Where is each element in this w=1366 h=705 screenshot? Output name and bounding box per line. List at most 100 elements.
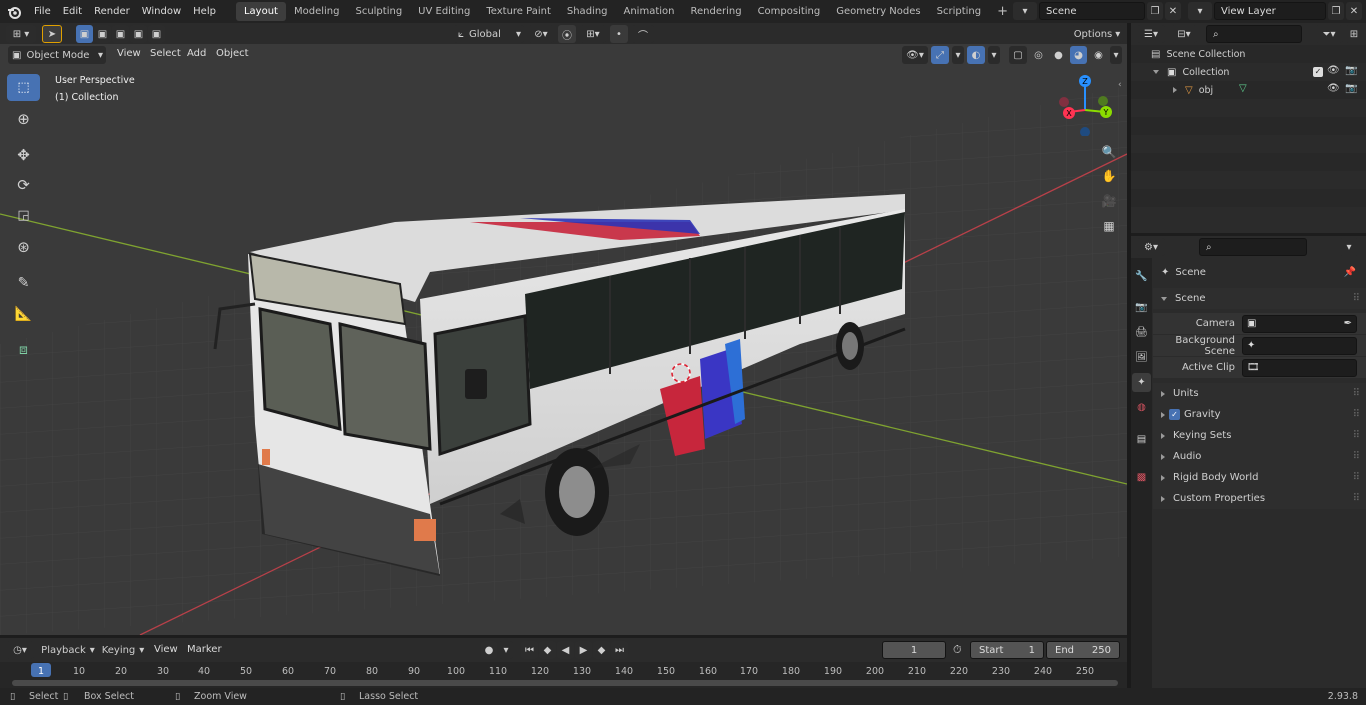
new-scene-icon[interactable]: ❐	[1147, 2, 1163, 20]
drag-handle-icon[interactable]: ⠿	[1353, 493, 1360, 504]
filter-icon[interactable]: ⏷▾	[1315, 25, 1343, 43]
auto-keying-icon[interactable]: ●	[481, 641, 497, 659]
menu-render[interactable]: Render	[88, 0, 136, 23]
viewport-menu-object[interactable]: Object	[210, 43, 255, 64]
render-camera-icon[interactable]: 📷	[1345, 83, 1357, 94]
shading-dropdown-icon[interactable]: ▾	[1110, 46, 1122, 64]
keying-set-dropdown-icon[interactable]: ▾	[499, 641, 513, 659]
viewport-menu-view[interactable]: View	[111, 43, 147, 64]
proportional-edit-icon[interactable]: •	[610, 25, 628, 43]
expand-collection-icon[interactable]	[1153, 70, 1159, 74]
menu-help[interactable]: Help	[187, 0, 222, 23]
playback-dropdown[interactable]: Playback ▾	[40, 641, 96, 659]
current-frame-field[interactable]: 1	[882, 641, 946, 659]
outliner-row-scene-collection[interactable]: ▤ Scene Collection	[1131, 45, 1366, 63]
new-collection-icon[interactable]: ⊞	[1345, 25, 1363, 43]
properties-options-icon[interactable]: ▾	[1339, 238, 1359, 256]
menu-file[interactable]: File	[28, 0, 57, 23]
overlays-dropdown-icon[interactable]: ▾	[988, 46, 1000, 64]
gizmo-dropdown-icon[interactable]: ▾	[952, 46, 964, 64]
timeline-scrollbar[interactable]	[12, 680, 1118, 686]
drag-handle-icon[interactable]: ⠿	[1353, 451, 1360, 462]
viewport-menu-add[interactable]: Add	[181, 43, 212, 64]
sidebar-expand-icon[interactable]: ‹	[1118, 80, 1122, 90]
active-clip-field[interactable]: 🎞	[1242, 358, 1357, 377]
play-icon[interactable]: ▶	[575, 641, 592, 659]
shading-rendered-icon[interactable]: ◉	[1090, 46, 1107, 64]
tab-scripting[interactable]: Scripting	[929, 2, 989, 21]
menu-edit[interactable]: Edit	[57, 0, 88, 23]
gravity-checkbox[interactable]: ✓	[1169, 409, 1180, 420]
start-frame-field[interactable]: Start 1	[970, 641, 1044, 659]
tab-rendering[interactable]: Rendering	[682, 2, 749, 21]
tab-uv-editing[interactable]: UV Editing	[410, 2, 478, 21]
camera-field[interactable]: ▣ ✒	[1242, 314, 1357, 333]
background-scene-field[interactable]: ✦	[1242, 336, 1357, 355]
ortho-toggle-button[interactable]: ▦	[1098, 215, 1120, 237]
eyedropper-icon[interactable]: ✒	[1344, 318, 1352, 329]
view-layer-field[interactable]: View Layer	[1214, 2, 1326, 20]
tab-geometry-nodes[interactable]: Geometry Nodes	[828, 2, 928, 21]
tab-render[interactable]: 📷	[1132, 298, 1151, 317]
tool-move[interactable]: ✥	[7, 141, 40, 168]
jump-end-icon[interactable]: ⏭	[611, 641, 628, 659]
pivot-point-icon[interactable]: ⊘▾	[528, 25, 554, 43]
timeline-menu-view[interactable]: View	[148, 638, 184, 661]
tab-texture[interactable]: ▩	[1132, 468, 1151, 487]
tab-animation[interactable]: Animation	[616, 2, 683, 21]
snap-target-icon[interactable]: ⊞▾	[580, 25, 606, 43]
tab-tool[interactable]: 🔧	[1132, 267, 1151, 286]
tab-layout[interactable]: Layout	[235, 2, 286, 21]
view-layer-selector-icon[interactable]: ▾	[1188, 2, 1212, 20]
select-mode-subtract-icon[interactable]: ▣	[112, 25, 129, 43]
tab-sculpting[interactable]: Sculpting	[347, 2, 410, 21]
section-custom-properties[interactable]: Custom Properties ⠿	[1153, 488, 1366, 509]
tab-collection[interactable]: ▤	[1132, 430, 1151, 449]
select-mode-intersect-icon[interactable]: ▣	[148, 25, 165, 43]
tool-measure[interactable]: 📐	[7, 300, 40, 327]
timeline-menu-marker[interactable]: Marker	[181, 638, 228, 661]
new-view-layer-icon[interactable]: ❐	[1328, 2, 1344, 20]
navigation-gizmo[interactable]: Z Y X	[1055, 72, 1119, 136]
menu-window[interactable]: Window	[136, 0, 187, 23]
blender-logo-icon[interactable]	[0, 0, 28, 23]
drag-handle-icon[interactable]: ⠿	[1353, 409, 1360, 420]
tool-select-icon[interactable]: ➤	[42, 25, 62, 43]
zoom-view-button[interactable]: 🔍	[1098, 141, 1120, 163]
drag-handle-icon[interactable]: ⠿	[1353, 472, 1360, 483]
keying-dropdown[interactable]: Keying ▾	[99, 641, 147, 659]
drag-handle-icon[interactable]: ⠿	[1353, 293, 1360, 304]
pan-view-button[interactable]: ✋	[1098, 165, 1120, 187]
overlays-toggle-icon[interactable]: ◐	[967, 46, 985, 64]
exclude-checkbox[interactable]: ✓	[1313, 67, 1323, 77]
section-units[interactable]: Units ⠿	[1153, 383, 1366, 404]
xray-toggle-icon[interactable]: ▢	[1009, 46, 1027, 64]
outliner-search-input[interactable]: ⌕	[1206, 25, 1302, 43]
delete-scene-icon[interactable]: ✕	[1165, 2, 1181, 20]
object-mode-dropdown[interactable]: ▣ Object Mode ▾	[8, 46, 106, 64]
delete-view-layer-icon[interactable]: ✕	[1346, 2, 1362, 20]
add-workspace-icon[interactable]: +	[989, 2, 1016, 21]
prev-keyframe-icon[interactable]: ◆	[539, 641, 556, 659]
snap-toggle-icon[interactable]: ⦿	[558, 25, 576, 43]
camera-view-button[interactable]: 🎥	[1098, 190, 1120, 212]
gizmo-toggle-icon[interactable]: ⤢	[931, 46, 949, 64]
tool-select-box[interactable]: ⬚	[7, 74, 40, 101]
tab-texture-paint[interactable]: Texture Paint	[478, 2, 559, 21]
section-keying-sets[interactable]: Keying Sets ⠿	[1153, 425, 1366, 446]
tool-cursor[interactable]: ⊕	[7, 105, 40, 132]
tool-add-cube[interactable]: ⧈	[7, 336, 40, 363]
properties-editor-type-icon[interactable]: ⚙▾	[1137, 238, 1165, 256]
outliner-editor-type-icon[interactable]: ☰▾	[1137, 25, 1165, 43]
next-keyframe-icon[interactable]: ◆	[593, 641, 610, 659]
pin-icon[interactable]: 📌	[1344, 267, 1356, 278]
tool-transform[interactable]: ⊛	[7, 233, 40, 260]
tab-modeling[interactable]: Modeling	[286, 2, 348, 21]
tool-rotate[interactable]: ⟳	[7, 171, 40, 198]
editor-type-icon[interactable]: ⊞ ▾	[6, 25, 36, 43]
shading-material-icon[interactable]: ◕	[1070, 46, 1087, 64]
visibility-filter-icon[interactable]: 👁▾	[902, 46, 928, 64]
scene-selector-icon[interactable]: ▾	[1013, 2, 1037, 20]
tab-view-layer[interactable]: 🖼	[1132, 348, 1151, 367]
tab-world[interactable]: ◍	[1132, 398, 1151, 417]
